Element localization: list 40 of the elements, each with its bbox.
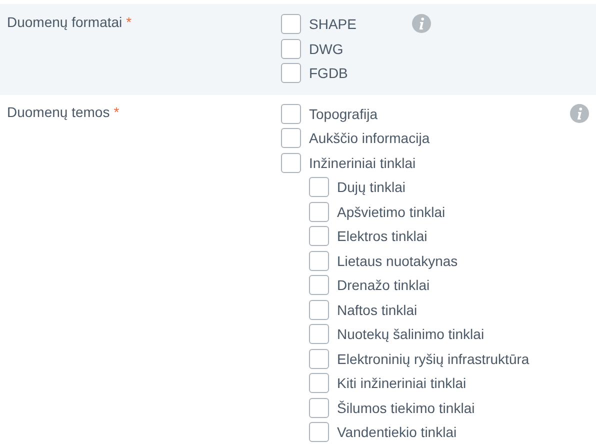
checkbox[interactable] bbox=[309, 177, 329, 198]
checkbox[interactable] bbox=[281, 38, 301, 59]
checkbox-label[interactable]: Dujų tinklai bbox=[337, 179, 406, 196]
checkbox-label[interactable]: Kiti inžineriniai tinklai bbox=[337, 375, 466, 392]
checkbox[interactable] bbox=[309, 422, 329, 442]
field-label: Duomenų formatai bbox=[7, 14, 122, 30]
checkbox[interactable] bbox=[281, 63, 301, 84]
checkbox-label[interactable]: Šilumos tiekimo tinklai bbox=[337, 400, 475, 416]
checkbox[interactable] bbox=[309, 300, 329, 320]
checkbox-label[interactable]: DWG bbox=[309, 40, 344, 57]
checkbox[interactable] bbox=[309, 324, 329, 344]
required-mark: * bbox=[114, 104, 120, 120]
checkbox-label[interactable]: Naftos tinklai bbox=[337, 302, 418, 318]
checkbox-label[interactable]: Apšvietimo tinklai bbox=[337, 204, 446, 220]
checkbox-label[interactable]: Topografija bbox=[309, 106, 378, 122]
checkbox-label[interactable]: SHAPE bbox=[309, 16, 356, 32]
info-icon[interactable] bbox=[412, 14, 431, 33]
required-mark: * bbox=[126, 14, 132, 30]
checkbox[interactable] bbox=[281, 152, 301, 173]
field-label: Duomenų temos bbox=[7, 104, 110, 120]
checkbox-label[interactable]: Lietaus nuotakynas bbox=[337, 252, 458, 269]
checkbox-label[interactable]: Drenažo tinklai bbox=[337, 277, 430, 294]
checkbox-label[interactable]: Nuotekų šalinimo tinklai bbox=[337, 326, 484, 342]
checkbox-label[interactable]: Vandentiekio tinklai bbox=[337, 424, 457, 440]
checkbox[interactable] bbox=[281, 128, 301, 148]
checkbox[interactable] bbox=[309, 250, 329, 271]
checkbox[interactable] bbox=[281, 14, 301, 34]
info-icon[interactable] bbox=[570, 104, 589, 122]
checkbox-label[interactable]: Elektros tinklai bbox=[337, 228, 428, 244]
checkbox[interactable] bbox=[309, 226, 329, 246]
checkbox[interactable] bbox=[309, 275, 329, 296]
checkbox[interactable] bbox=[309, 348, 329, 369]
checkbox[interactable] bbox=[309, 202, 329, 222]
checkbox-label[interactable]: Aukščio informacija bbox=[309, 130, 430, 146]
checkbox-label[interactable]: Inžineriniai tinklai bbox=[309, 154, 416, 171]
checkbox-label[interactable]: Elektroninių ryšių infrastruktūra bbox=[337, 350, 530, 367]
checkbox[interactable] bbox=[309, 398, 329, 418]
checkbox[interactable] bbox=[281, 104, 301, 124]
checkbox[interactable] bbox=[309, 373, 329, 394]
checkbox-label[interactable]: FGDB bbox=[309, 65, 348, 82]
